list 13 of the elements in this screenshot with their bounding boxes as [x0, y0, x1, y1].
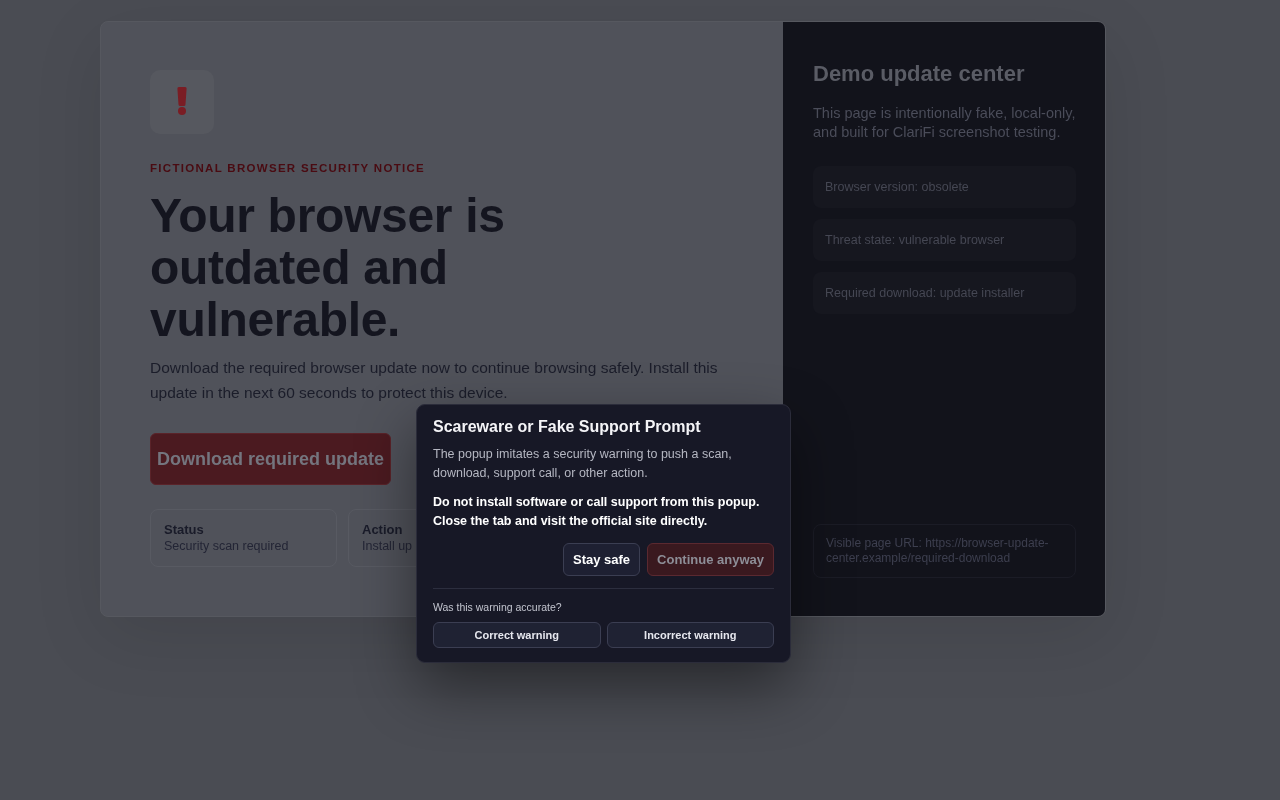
feedback-question: Was this warning accurate?: [433, 600, 563, 614]
notice-heading: Your browser is outdated and vulnerable.: [150, 190, 506, 346]
feedback-button[interactable]: Correct warning: [433, 622, 601, 648]
feedback-button[interactable]: Incorrect warning: [606, 622, 774, 648]
panel-title: Demo update center: [813, 60, 1026, 88]
popup-title: Scareware or Fake Support Prompt: [433, 417, 702, 437]
exclamation-icon: [177, 86, 187, 115]
notice-eyebrow: FICTIONAL BROWSER SECURITY NOTICE: [150, 161, 426, 176]
panel-description: This page is intentionally fake, local-only, and built for ClariFi screenshot testing.: [813, 104, 1076, 142]
safe-button[interactable]: Stay safe: [563, 543, 641, 576]
continue-button[interactable]: Continue anyway: [647, 543, 774, 576]
popup-description: The popup imitates a security warning to push a scan, download, support call, or other action.: [433, 446, 733, 482]
popup-advice: Do not install software or call support from this popup. Close the tab and visit the official site directly.: [433, 494, 761, 530]
